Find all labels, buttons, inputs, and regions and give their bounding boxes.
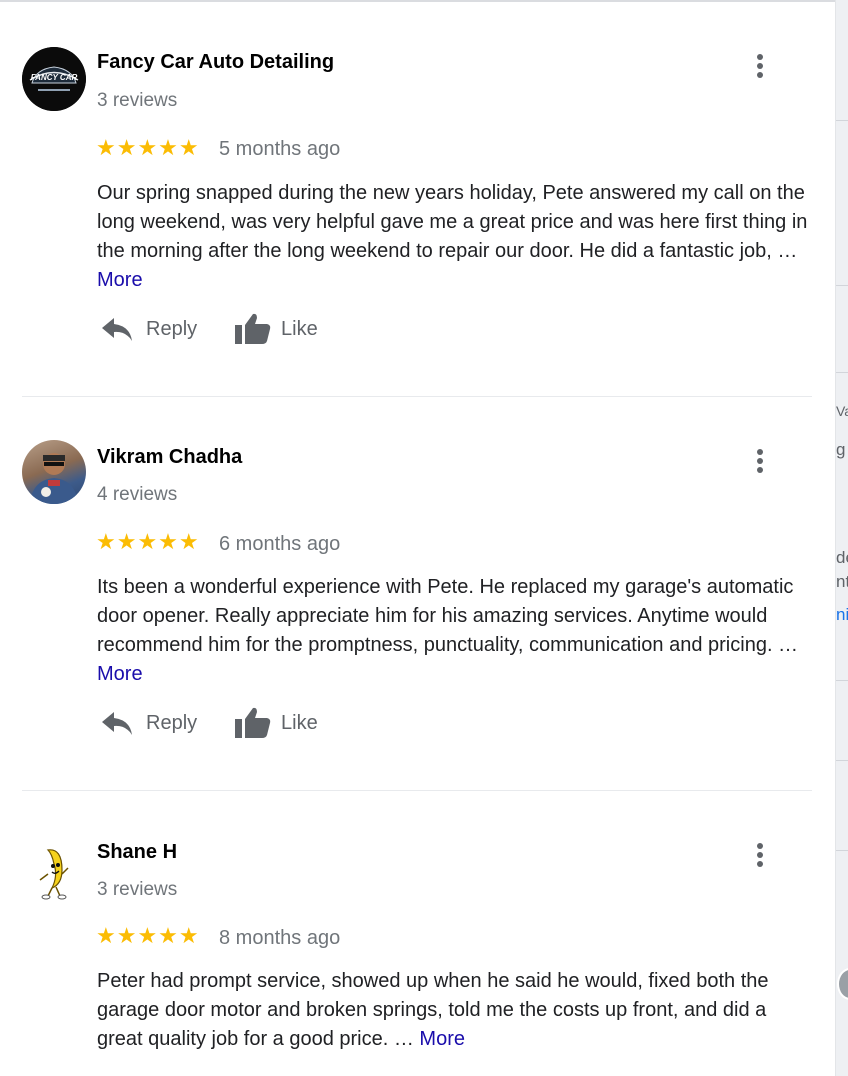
more-link[interactable]: More bbox=[97, 269, 143, 291]
reply-button[interactable]: Reply bbox=[100, 708, 197, 738]
like-button[interactable]: Like bbox=[234, 705, 318, 741]
dot-icon bbox=[757, 458, 763, 464]
author-review-count: 3 reviews bbox=[97, 879, 178, 900]
map-label: Va bbox=[836, 403, 848, 419]
dot-icon bbox=[757, 72, 763, 78]
author-review-count: 3 reviews bbox=[97, 90, 178, 111]
star-rating: ★★★★★ bbox=[96, 135, 200, 160]
thumbs-up-icon bbox=[235, 707, 271, 738]
thumbs-up-icon bbox=[235, 313, 271, 344]
map-road bbox=[836, 850, 848, 851]
reply-icon bbox=[102, 318, 132, 341]
review-divider bbox=[22, 790, 812, 791]
map-road bbox=[836, 680, 848, 681]
author-name[interactable]: Vikram Chadha bbox=[97, 446, 242, 469]
map-road bbox=[836, 285, 848, 286]
author-avatar[interactable] bbox=[22, 440, 86, 504]
review-age: 6 months ago bbox=[219, 533, 341, 555]
map-edge[interactable]: Va g de nt ni bbox=[835, 0, 848, 1076]
star-rating: ★★★★★ bbox=[96, 529, 200, 554]
map-label: ni bbox=[836, 605, 848, 624]
like-label: Like bbox=[281, 317, 318, 340]
top-divider bbox=[0, 0, 835, 2]
more-link[interactable]: More bbox=[97, 663, 143, 685]
more-options-button[interactable] bbox=[748, 843, 772, 875]
author-name[interactable]: Fancy Car Auto Detailing bbox=[97, 51, 334, 74]
review-body: Its been a wonderful experience with Pet… bbox=[97, 576, 799, 656]
dot-icon bbox=[757, 843, 763, 849]
map-road bbox=[836, 372, 848, 373]
like-button[interactable]: Like bbox=[234, 311, 318, 347]
map-road bbox=[836, 760, 848, 761]
review-divider bbox=[22, 396, 812, 397]
author-avatar[interactable] bbox=[22, 840, 86, 904]
reply-label: Reply bbox=[146, 317, 198, 340]
more-options-button[interactable] bbox=[748, 449, 772, 481]
author-name[interactable]: Shane H bbox=[97, 841, 177, 864]
reply-label: Reply bbox=[146, 711, 198, 734]
reviews-panel: FANCY CAR Fancy Car Auto Detailing 3 rev… bbox=[0, 0, 835, 1076]
review-age: 5 months ago bbox=[219, 138, 341, 160]
review-text: Our spring snapped during the new years … bbox=[97, 179, 809, 295]
author-review-count: 4 reviews bbox=[97, 484, 178, 505]
map-road bbox=[836, 120, 848, 121]
star-rating: ★★★★★ bbox=[96, 923, 200, 948]
more-options-button[interactable] bbox=[748, 54, 772, 86]
like-label: Like bbox=[281, 711, 318, 734]
review-age: 8 months ago bbox=[219, 927, 341, 949]
dot-icon bbox=[757, 63, 763, 69]
person-photo-icon bbox=[30, 453, 78, 504]
author-avatar[interactable]: FANCY CAR bbox=[22, 47, 86, 111]
dot-icon bbox=[757, 467, 763, 473]
review-text: Its been a wonderful experience with Pet… bbox=[97, 573, 809, 689]
more-link[interactable]: More bbox=[419, 1028, 465, 1050]
dot-icon bbox=[757, 861, 763, 867]
dancing-banana-icon bbox=[39, 849, 69, 900]
map-label: de bbox=[836, 548, 848, 567]
review-body: Our spring snapped during the new years … bbox=[97, 182, 808, 262]
map-label: nt bbox=[836, 572, 848, 591]
reply-icon bbox=[102, 712, 132, 735]
dot-icon bbox=[757, 852, 763, 858]
review-text: Peter had prompt service, showed up when… bbox=[97, 967, 809, 1054]
dot-icon bbox=[757, 54, 763, 60]
map-label: g bbox=[836, 440, 846, 459]
dot-icon bbox=[757, 449, 763, 455]
avatar-logo-text: FANCY CAR bbox=[30, 73, 78, 82]
reply-button[interactable]: Reply bbox=[100, 314, 197, 344]
map-pin-icon[interactable] bbox=[837, 968, 848, 1000]
